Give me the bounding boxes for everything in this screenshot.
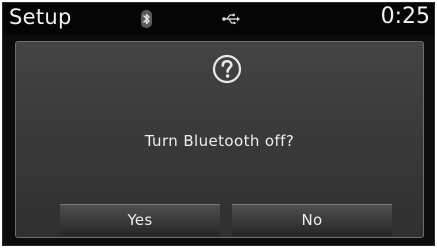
dialog-message: Turn Bluetooth off? xyxy=(144,132,295,150)
infotainment-screen: Setup 0:25 Turn Bluetooth off? Yes No xyxy=(2,2,435,246)
yes-button[interactable]: Yes xyxy=(60,204,220,236)
screen-title: Setup xyxy=(9,5,72,29)
bluetooth-icon xyxy=(141,10,152,28)
status-bar: Setup 0:25 xyxy=(3,3,434,35)
question-mark-icon xyxy=(212,54,242,84)
confirm-dialog: Turn Bluetooth off? Yes No xyxy=(15,41,424,238)
no-button[interactable]: No xyxy=(232,204,392,236)
usb-icon xyxy=(222,13,240,25)
clock: 0:25 xyxy=(380,4,430,29)
